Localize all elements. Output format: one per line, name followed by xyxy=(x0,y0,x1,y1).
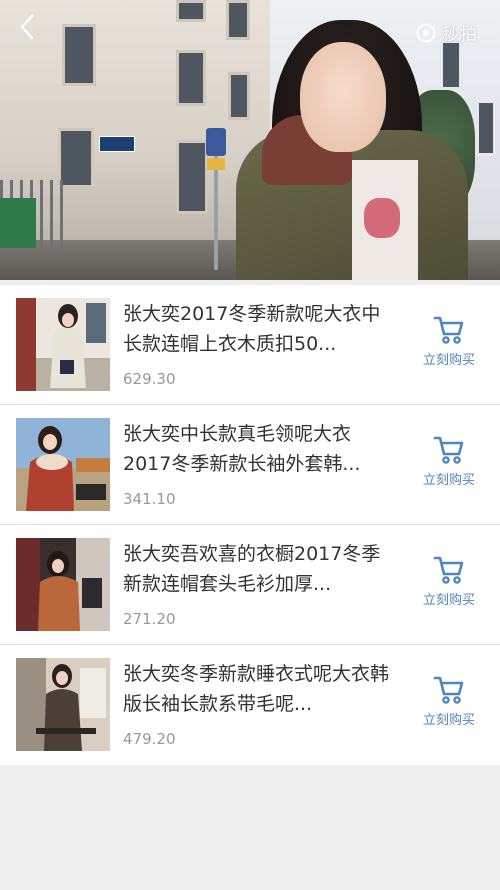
app-root: 秒拍 张大奕2017冬季新款呢大衣中长款连帽上衣木质扣50... 629.30 … xyxy=(0,0,500,890)
product-info: 张大奕中长款真毛领呢大衣2017冬季新款长袖外套韩... 341.10 xyxy=(123,419,393,508)
eye-icon xyxy=(416,23,436,42)
product-thumbnail[interactable] xyxy=(16,658,110,751)
buy-now-label: 立刻购买 xyxy=(422,593,475,608)
person-shirt-print xyxy=(364,198,400,238)
video-player[interactable]: 秒拍 xyxy=(0,0,500,280)
product-title[interactable]: 张大奕吾欢喜的衣橱2017冬季新款连帽套头毛衫加厚... xyxy=(123,539,393,599)
green-container xyxy=(0,198,36,248)
product-photo xyxy=(16,538,110,631)
buy-now-button[interactable]: 立刻购买 xyxy=(418,313,480,375)
street-plate xyxy=(99,136,135,152)
product-title[interactable]: 张大奕2017冬季新款呢大衣中长款连帽上衣木质扣50... xyxy=(123,299,393,359)
empty-footer-area xyxy=(0,765,500,890)
buy-now-label: 立刻购买 xyxy=(422,713,475,728)
watermark-text: 秒拍 xyxy=(442,25,478,45)
window xyxy=(176,0,206,22)
product-photo xyxy=(16,298,110,391)
traffic-sign xyxy=(206,128,226,156)
cart-icon xyxy=(433,556,464,584)
cart-icon xyxy=(433,316,464,344)
product-price: 479.20 xyxy=(123,730,176,748)
product-info: 张大奕冬季新款睡衣式呢大衣韩版长袖长款系带毛呢... 479.20 xyxy=(123,659,393,748)
person-face xyxy=(300,42,386,152)
product-item[interactable]: 张大奕中长款真毛领呢大衣2017冬季新款长袖外套韩... 341.10 立刻购买 xyxy=(0,405,500,525)
product-thumbnail[interactable] xyxy=(16,418,110,511)
product-title[interactable]: 张大奕中长款真毛领呢大衣2017冬季新款长袖外套韩... xyxy=(123,419,393,479)
buy-now-button[interactable]: 立刻购买 xyxy=(418,433,480,495)
product-price: 341.10 xyxy=(123,490,176,508)
window xyxy=(58,128,94,188)
product-price: 271.20 xyxy=(123,610,176,628)
video-watermark: 秒拍 xyxy=(414,20,478,45)
buy-now-button[interactable]: 立刻购买 xyxy=(418,553,480,615)
buy-now-label: 立刻购买 xyxy=(422,353,475,368)
product-info: 张大奕吾欢喜的衣橱2017冬季新款连帽套头毛衫加厚... 271.20 xyxy=(123,539,393,628)
window xyxy=(62,24,96,86)
product-item[interactable]: 张大奕2017冬季新款呢大衣中长款连帽上衣木质扣50... 629.30 立刻购… xyxy=(0,285,500,405)
product-info: 张大奕2017冬季新款呢大衣中长款连帽上衣木质扣50... 629.30 xyxy=(123,299,393,388)
buy-now-button[interactable]: 立刻购买 xyxy=(418,673,480,735)
traffic-sign-small xyxy=(207,158,225,170)
cart-icon xyxy=(433,676,464,704)
product-item[interactable]: 张大奕吾欢喜的衣橱2017冬季新款连帽套头毛衫加厚... 271.20 立刻购买 xyxy=(0,525,500,645)
window xyxy=(176,140,208,214)
product-price: 629.30 xyxy=(123,370,176,388)
product-item[interactable]: 张大奕冬季新款睡衣式呢大衣韩版长袖长款系带毛呢... 479.20 立刻购买 xyxy=(0,645,500,765)
product-title[interactable]: 张大奕冬季新款睡衣式呢大衣韩版长袖长款系带毛呢... xyxy=(123,659,393,719)
cart-icon xyxy=(433,436,464,464)
product-thumbnail[interactable] xyxy=(16,298,110,391)
back-button[interactable] xyxy=(14,12,40,42)
chevron-left-icon xyxy=(20,14,34,40)
video-person xyxy=(232,10,472,280)
product-thumbnail[interactable] xyxy=(16,538,110,631)
product-photo xyxy=(16,658,110,751)
product-list: 张大奕2017冬季新款呢大衣中长款连帽上衣木质扣50... 629.30 立刻购… xyxy=(0,285,500,765)
window xyxy=(476,100,496,156)
product-photo xyxy=(16,418,110,511)
buy-now-label: 立刻购买 xyxy=(422,473,475,488)
window xyxy=(176,50,206,106)
